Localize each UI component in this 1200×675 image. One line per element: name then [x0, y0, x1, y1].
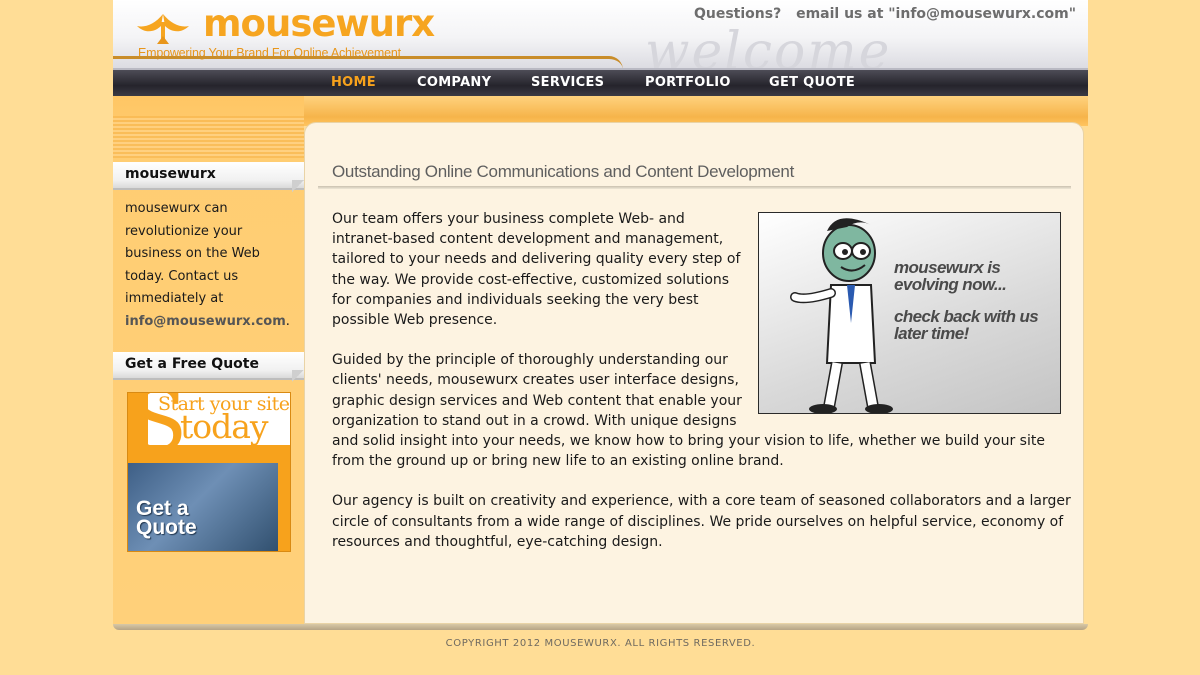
- sidebar-heading-about: mousewurx: [113, 162, 304, 192]
- contact-line: Questions? email us at "info@mousewurx.c…: [694, 6, 1076, 22]
- sidebar-stripes: [113, 116, 304, 158]
- paragraph-3: Our agency is built on creativity and ex…: [332, 493, 1071, 550]
- contact-question: Questions?: [693, 6, 782, 22]
- sidebar-about-end: .: [285, 313, 290, 329]
- sidebar-heading-quote: Get a Free Quote: [113, 352, 304, 382]
- quote-banner[interactable]: S Start your site today Get a Quote: [127, 392, 291, 552]
- sidebar-about-text: mousewurx can revolutionize your busines…: [125, 198, 295, 333]
- sidebar: mousewurx mousewurx can revolutionize yo…: [113, 96, 304, 624]
- main-nav: HOME COMPANY SERVICES PORTFOLIO GET QUOT…: [113, 68, 1088, 96]
- contact-email[interactable]: email us at "info@mousewurx.com": [796, 6, 1076, 22]
- paragraph-2: Guided by the principle of thoroughly un…: [332, 350, 1077, 471]
- corner-fold: [292, 370, 304, 382]
- nav-home[interactable]: HOME: [331, 75, 376, 90]
- title-divider: [318, 186, 1071, 189]
- nav-get-quote[interactable]: GET QUOTE: [769, 75, 855, 90]
- welcome-watermark: welcome: [645, 22, 892, 68]
- sidebar-quote-title: Get a Free Quote: [125, 356, 259, 372]
- body-text: Our team offers your business complete W…: [332, 209, 1077, 572]
- content-bottom-edge: [113, 624, 1088, 630]
- nav-portfolio[interactable]: PORTFOLIO: [645, 75, 731, 90]
- header-swoosh: [113, 56, 623, 68]
- float-spacer: [747, 350, 1077, 420]
- nav-company[interactable]: COMPANY: [417, 75, 491, 90]
- corner-fold: [292, 180, 304, 192]
- sidebar-about-body: mousewurx can revolutionize your busines…: [125, 201, 260, 306]
- main-content: Outstanding Online Communications and Co…: [304, 122, 1084, 624]
- paragraph-1: Our team offers your business complete W…: [332, 211, 741, 329]
- banner-today-text: today: [180, 407, 269, 446]
- page-title: Outstanding Online Communications and Co…: [332, 162, 795, 181]
- logo-text[interactable]: mousewurx: [203, 2, 435, 45]
- banner-cta[interactable]: Get a Quote: [136, 498, 197, 539]
- logo-icon: [137, 14, 189, 44]
- banner-cta-line-2: Quote: [136, 516, 197, 539]
- sidebar-about-title: mousewurx: [125, 166, 216, 182]
- footer-copyright: COPYRIGHT 2012 MOUSEWURX. ALL RIGHTS RES…: [445, 638, 756, 649]
- site-header: mousewurx Empowering Your Brand For Onli…: [113, 0, 1088, 68]
- sidebar-email-link[interactable]: info@mousewurx.com: [125, 314, 286, 329]
- page: mousewurx Empowering Your Brand For Onli…: [113, 0, 1088, 675]
- nav-services[interactable]: SERVICES: [531, 75, 604, 90]
